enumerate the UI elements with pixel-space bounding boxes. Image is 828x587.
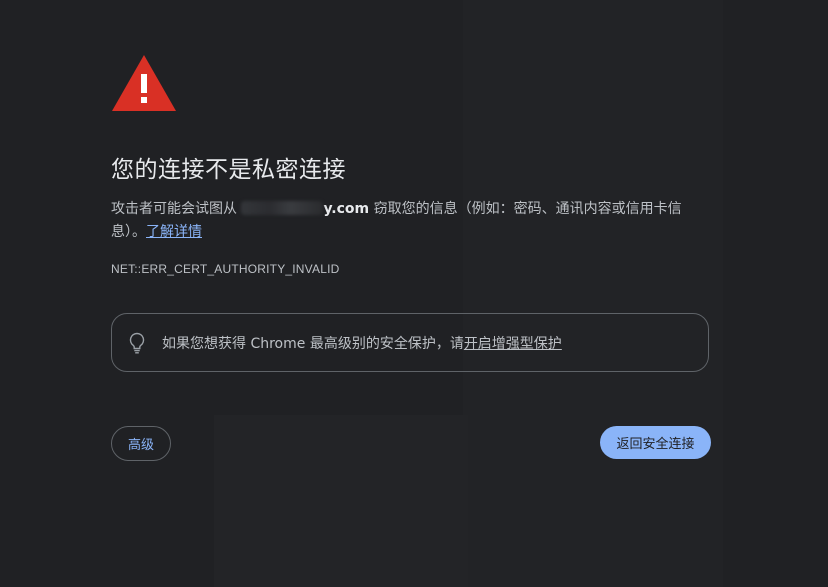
back-to-safety-button[interactable]: 返回安全连接 (600, 426, 711, 459)
advanced-button[interactable]: 高级 (111, 426, 171, 461)
interstitial-page: 您的连接不是私密连接 攻击者可能会试图从 y.com 窃取您的信息（例如：密码、… (0, 0, 828, 587)
enhanced-protection-banner: 如果您想获得 Chrome 最高级别的安全保护，请开启增强型保护 (111, 313, 709, 372)
lightbulb-icon (129, 332, 145, 353)
site-domain: y.com (241, 201, 369, 217)
warning-triangle-icon (112, 55, 176, 111)
page-title: 您的连接不是私密连接 (111, 157, 346, 183)
learn-more-link[interactable]: 了解详情 (146, 224, 202, 240)
description-prefix: 攻击者可能会试图从 (111, 201, 237, 217)
background-ghost-panel-lower (214, 415, 468, 587)
enable-enhanced-protection-link[interactable]: 开启增强型保护 (464, 336, 562, 352)
domain-suffix: y.com (323, 201, 370, 217)
redacted-domain-blur (241, 201, 324, 215)
enhanced-protection-message: 如果您想获得 Chrome 最高级别的安全保护，请 (162, 335, 464, 352)
background-ghost-panel (463, 0, 723, 587)
error-code: NET::ERR_CERT_AUTHORITY_INVALID (111, 262, 340, 276)
enhanced-protection-text: 如果您想获得 Chrome 最高级别的安全保护，请开启增强型保护 (162, 333, 562, 353)
error-description: 攻击者可能会试图从 y.com 窃取您的信息（例如：密码、通讯内容或信用卡信息）… (111, 198, 711, 244)
